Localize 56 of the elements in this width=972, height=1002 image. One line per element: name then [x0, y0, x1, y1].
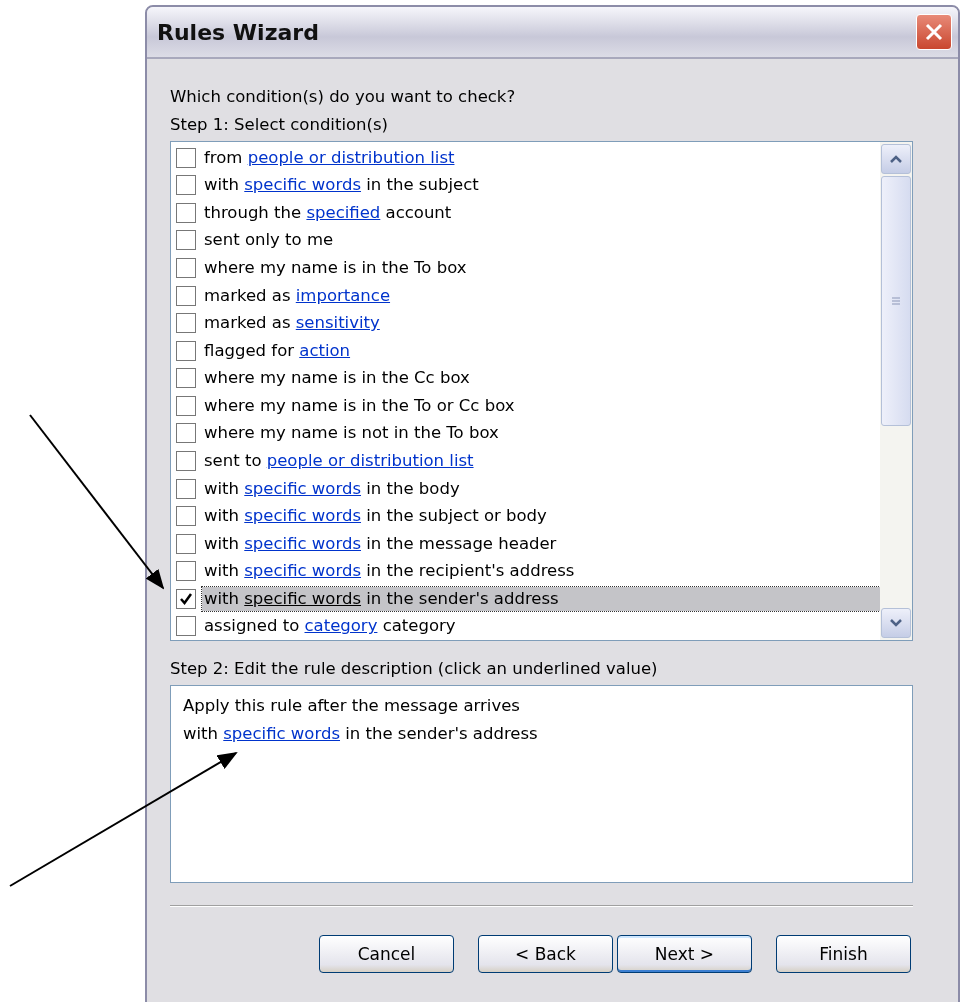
checkbox[interactable] [176, 450, 196, 471]
condition-item[interactable]: marked as sensitivity [202, 311, 380, 336]
condition-item[interactable]: where my name is in the To box [202, 256, 467, 281]
checkbox[interactable] [176, 533, 196, 554]
condition-item[interactable]: through the specified account [202, 200, 452, 225]
condition-item[interactable]: with specific words in the message header [202, 531, 557, 556]
condition-item[interactable]: with specific words in the subject or body [202, 504, 547, 529]
prompt-text: Which condition(s) do you want to check? [170, 86, 517, 108]
condition-item[interactable]: marked as importance [202, 283, 391, 308]
dialog-button[interactable]: Cancel [319, 935, 454, 973]
checkbox[interactable] [176, 285, 196, 306]
condition-item[interactable]: where my name is in the To or Cc box [202, 393, 515, 418]
checkbox[interactable] [176, 368, 196, 389]
condition-item[interactable]: with specific words in the recipient's address [202, 559, 575, 584]
checkbox[interactable] [176, 423, 196, 444]
dialog-button[interactable]: < Back [478, 935, 613, 973]
checkbox[interactable] [176, 230, 196, 251]
scroll-down-button[interactable] [881, 608, 911, 638]
step-label: Step 1: Select condition(s) [170, 114, 390, 136]
checkbox[interactable] [176, 616, 196, 637]
description-line: with specific words in the sender's address [183, 723, 539, 745]
scrollbar[interactable] [880, 142, 912, 640]
checkbox[interactable] [176, 147, 196, 168]
condition-item[interactable]: where my name is not in the To box [202, 421, 499, 446]
checkbox[interactable] [176, 561, 196, 582]
window-title: Rules Wizard [157, 19, 319, 45]
checkmark-icon [179, 591, 193, 606]
condition-item[interactable]: with specific words in the subject [202, 173, 479, 198]
description-line: Apply this rule after the message arrives [183, 695, 521, 717]
checkbox[interactable] [176, 478, 196, 499]
checkbox[interactable] [176, 258, 196, 279]
condition-item[interactable]: sent to people or distribution list [202, 448, 474, 473]
close-button[interactable] [916, 14, 952, 50]
step-label: Step 2: Edit the rule description (click an underlined value) [170, 658, 659, 680]
condition-item[interactable]: from people or distribution list [202, 145, 455, 170]
checkbox[interactable] [176, 340, 196, 361]
checkbox[interactable] [176, 175, 196, 196]
close-icon [924, 22, 944, 42]
condition-item[interactable]: with specific words in the sender's address [202, 586, 880, 611]
condition-item[interactable]: where my name is in the Cc box [202, 366, 470, 391]
checkbox[interactable] [176, 313, 196, 334]
checkbox[interactable] [176, 202, 196, 223]
checkbox[interactable] [176, 506, 196, 527]
condition-item[interactable]: with specific words in the body [202, 476, 460, 501]
dialog-button[interactable]: Next > [617, 935, 752, 973]
scroll-thumb[interactable] [881, 176, 911, 426]
checkbox[interactable] [176, 395, 196, 416]
checkbox[interactable] [176, 588, 196, 609]
scroll-up-button[interactable] [881, 144, 911, 174]
grip-icon [891, 296, 901, 306]
condition-item[interactable]: sent only to me [202, 228, 334, 253]
condition-item[interactable]: flagged for action [202, 338, 351, 363]
condition-item[interactable]: assigned to category category [202, 614, 456, 639]
chevron-up-icon [889, 154, 903, 164]
chevron-down-icon [889, 618, 903, 628]
dialog-button[interactable]: Finish [776, 935, 911, 973]
